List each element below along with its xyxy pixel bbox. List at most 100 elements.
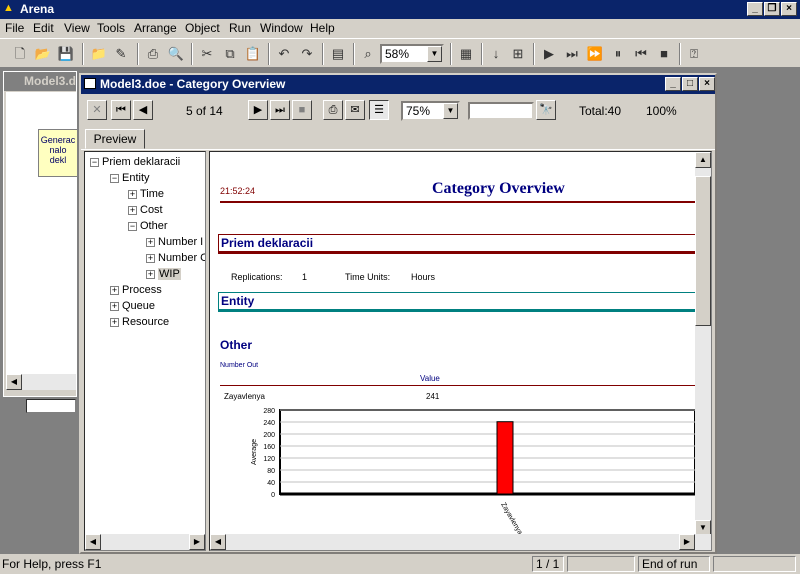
chevron-down-icon[interactable]: ▼ [443,103,458,119]
report-title: Category Overview [432,180,565,197]
scroll-thumb[interactable] [695,176,711,326]
redo-icon[interactable]: ↷ [297,44,317,64]
scroll-left-button[interactable]: ◀ [6,374,22,390]
menu-view[interactable]: View [64,21,90,35]
run-go-icon[interactable]: ▶ [539,44,559,64]
connect-icon[interactable]: ↓ [486,44,506,64]
expand-icon[interactable]: + [110,317,119,327]
model-window-title[interactable]: Model3.d [4,72,76,91]
collapse-icon[interactable]: − [110,173,119,183]
time-units-label: Time Units: [345,272,391,282]
close-button[interactable]: × [781,2,797,16]
scroll-left-button[interactable]: ◀ [210,534,226,550]
template-detach-icon[interactable]: ✎ [111,44,131,64]
report-zoom-combo[interactable]: 75% ▼ [401,101,460,121]
paste-icon[interactable]: 📋 [243,44,263,64]
expand-icon[interactable]: + [146,253,155,263]
stop-icon[interactable]: ■ [292,100,312,120]
tree-scroll-right-button[interactable]: ▶ [189,534,205,550]
pause-icon[interactable]: ⏸ [608,44,628,64]
tree-node-other[interactable]: − Other [128,220,168,232]
group-tree: − Priem deklaracii − Entity + Time + Cost − O… [84,151,206,551]
report-time: 21:52:24 [220,186,256,196]
menu-window[interactable]: Window [260,21,303,35]
cut-icon[interactable]: ✂ [197,44,217,64]
copy-icon[interactable]: ⧉ [220,44,240,64]
expand-icon[interactable]: + [110,285,119,295]
report-zoom-value: 75% [406,104,431,118]
fast-forward-icon[interactable]: ⏩ [585,44,605,64]
expand-icon[interactable]: + [110,301,119,311]
first-page-icon[interactable]: ⏮ [111,100,131,120]
binoculars-icon[interactable]: 🔭 [536,100,556,120]
tree-node-label: Other [140,220,168,232]
new-icon[interactable]: 🗋 [10,44,30,64]
tree-node-number-out[interactable]: + Number C [146,252,205,264]
menu-arrange[interactable]: Arrange [134,21,177,35]
tree-node-number-in[interactable]: + Number I [146,236,203,248]
save-icon[interactable]: 💾 [56,44,76,64]
collapse-icon[interactable]: − [90,157,99,167]
tree-node-priem-deklaracii[interactable]: − Priem deklaracii [90,156,180,168]
export-icon[interactable]: ✉ [345,100,365,120]
tree-node-resource[interactable]: + Resource [110,316,169,328]
end-icon[interactable]: ■ [654,44,674,64]
scroll-right-button[interactable]: ▶ [679,534,695,550]
next-page-icon[interactable]: ▶ [248,100,268,120]
expand-icon[interactable]: + [146,269,155,279]
open-icon[interactable]: 📂 [33,44,53,64]
print-icon[interactable]: ⎙ [143,44,163,64]
app-title-bar: ▲ Arena _ ❐ × [0,0,800,19]
report-window-title-bar: Model3.doe - Category Overview _ □ × [81,75,715,94]
expand-icon[interactable]: + [128,189,137,199]
collapse-icon[interactable]: − [128,221,137,231]
tree-node-wip[interactable]: + WIP [146,268,181,280]
tree-node-cost[interactable]: + Cost [128,204,163,216]
module-line: nalo [49,145,67,155]
menu-edit[interactable]: Edit [33,21,54,35]
print-preview-icon[interactable]: 🔍 [166,44,186,64]
animate-connector-icon[interactable]: ⊞ [508,44,528,64]
previous-page-icon[interactable]: ◀ [133,100,153,120]
tree-node-time[interactable]: + Time [128,188,164,200]
report-close-button[interactable]: × [699,77,715,91]
tree-node-queue[interactable]: + Queue [110,300,155,312]
tree-node-process[interactable]: + Process [110,284,162,296]
print-report-icon[interactable]: ⎙ [323,100,343,120]
menu-tools[interactable]: Tools [97,21,125,35]
layers-icon[interactable]: ▤ [328,44,348,64]
start-over-icon[interactable]: ⏮ [631,44,651,64]
menu-file[interactable]: File [5,21,24,35]
expand-icon[interactable]: + [128,205,137,215]
report-vertical-scrollbar[interactable]: ▲ ▼ [695,152,711,536]
restore-button[interactable]: ❐ [764,2,780,16]
zoom-combo[interactable]: 58% ▼ [380,44,444,64]
tree-node-entity[interactable]: − Entity [110,172,150,184]
report-horizontal-scrollbar[interactable]: ◀ ▶ [210,534,711,550]
expand-icon[interactable]: + [146,237,155,247]
scroll-up-button[interactable]: ▲ [695,152,711,168]
chevron-down-icon[interactable]: ▼ [427,46,442,62]
report-maximize-button[interactable]: □ [682,77,698,91]
tree-node-label: Process [122,284,162,296]
menu-help[interactable]: Help [310,21,335,35]
create-module-block[interactable]: Generac nalo dekl [38,129,78,177]
menu-object[interactable]: Object [185,21,220,35]
project-bar-field[interactable] [26,399,76,413]
template-attach-icon[interactable]: 📁 [89,44,109,64]
tree-scroll-left-button[interactable]: ◀ [85,534,101,550]
grid-icon[interactable]: ▦ [456,44,476,64]
tab-preview[interactable]: Preview [85,129,145,149]
context-help-icon[interactable]: ⍰ [684,44,704,64]
close-report-icon[interactable]: ✕ [87,100,107,120]
report-minimize-button[interactable]: _ [665,77,681,91]
zoom-icon[interactable]: ⌕ [358,44,378,64]
search-input[interactable] [468,102,534,120]
last-page-icon[interactable]: ⏭ [270,100,290,120]
menu-run[interactable]: Run [229,21,251,35]
minimize-button[interactable]: _ [747,2,763,16]
time-units-value: Hours [411,272,436,282]
step-icon[interactable]: ⏭ [562,44,582,64]
group-tree-icon[interactable]: ☰ [369,100,389,120]
undo-icon[interactable]: ↶ [274,44,294,64]
